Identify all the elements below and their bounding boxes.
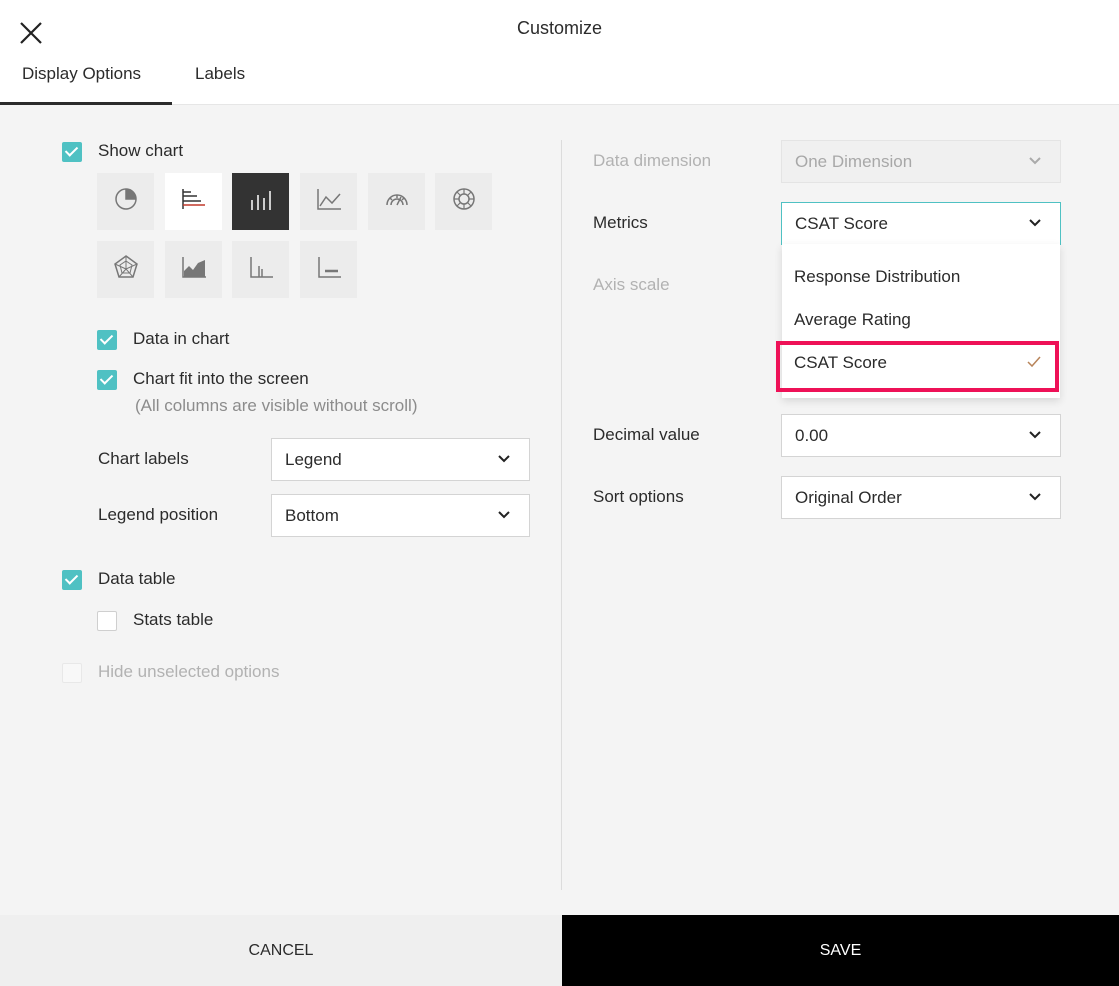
horizontal-bar-chart-icon [181, 186, 207, 217]
chart-type-radar[interactable] [97, 241, 154, 298]
hide-unselected-label: Hide unselected options [98, 662, 280, 681]
chart-type-area[interactable] [165, 241, 222, 298]
chart-type-column[interactable] [232, 241, 289, 298]
chevron-down-icon [1029, 493, 1041, 501]
line-chart-icon [316, 186, 342, 217]
settings-panel: Show chart Data in chart Chart fit into … [0, 106, 1119, 915]
chart-type-horizontal-bar[interactable] [165, 173, 222, 230]
radar-chart-icon [113, 254, 139, 285]
chart-fit-label: Chart fit into the screen [133, 369, 309, 388]
metrics-option-response-distribution[interactable]: Response Distribution [794, 267, 960, 287]
chevron-down-icon [498, 455, 510, 463]
check-icon [1027, 356, 1041, 368]
data-dimension-value: One Dimension [795, 152, 913, 171]
decimal-value-select[interactable]: 0.00 [781, 414, 1061, 457]
area-chart-icon [181, 254, 207, 285]
metrics-option-average-rating[interactable]: Average Rating [794, 310, 911, 330]
column-chart-icon [248, 254, 274, 285]
footer: CANCEL SAVE [0, 915, 1119, 986]
chevron-down-icon [1029, 219, 1041, 227]
sort-options-select[interactable]: Original Order [781, 476, 1061, 519]
column-divider [561, 140, 562, 890]
chart-fit-checkbox[interactable] [97, 370, 117, 390]
chevron-down-icon [498, 511, 510, 519]
chart-labels-select[interactable]: Legend [271, 438, 530, 481]
chart-type-line[interactable] [300, 173, 357, 230]
cancel-button[interactable]: CANCEL [0, 915, 562, 986]
sort-options-label: Sort options [593, 487, 684, 506]
decimal-value-label: Decimal value [593, 425, 700, 444]
data-table-checkbox[interactable] [62, 570, 82, 590]
legend-position-select[interactable]: Bottom [271, 494, 530, 537]
donut-chart-icon [451, 186, 477, 217]
data-dimension-select[interactable]: One Dimension [781, 140, 1061, 183]
decimal-value-value: 0.00 [795, 426, 829, 445]
show-chart-checkbox[interactable] [62, 142, 82, 162]
chart-fit-hint: (All columns are visible without scroll) [135, 396, 418, 415]
stats-table-label: Stats table [133, 610, 214, 629]
axis-scale-label: Axis scale [593, 275, 670, 294]
chart-type-donut[interactable] [435, 173, 492, 230]
chevron-down-icon [1029, 431, 1041, 439]
data-in-chart-label: Data in chart [133, 329, 230, 348]
chevron-down-icon [1029, 157, 1041, 165]
chart-type-pie[interactable] [97, 173, 154, 230]
show-chart-label: Show chart [98, 141, 184, 160]
hide-unselected-checkbox[interactable] [62, 663, 82, 683]
sort-options-value: Original Order [795, 488, 902, 507]
metrics-value: CSAT Score [795, 214, 888, 233]
stats-table-checkbox[interactable] [97, 611, 117, 631]
page-title: Customize [516, 18, 603, 38]
legend-position-value: Bottom [285, 506, 339, 525]
data-in-chart-checkbox[interactable] [97, 330, 117, 350]
metrics-select[interactable]: CSAT Score [781, 202, 1061, 245]
tab-labels[interactable]: Labels [195, 64, 245, 105]
chart-labels-label: Chart labels [98, 449, 189, 468]
gauge-chart-icon [384, 186, 410, 217]
chart-type-floating-bar[interactable] [300, 241, 357, 298]
tab-display-options[interactable]: Display Options [0, 64, 172, 105]
data-table-label: Data table [98, 569, 176, 588]
chart-labels-value: Legend [285, 450, 342, 469]
save-button[interactable]: SAVE [562, 915, 1119, 986]
floating-bar-chart-icon [316, 254, 342, 285]
selection-highlight [776, 341, 1059, 392]
chart-type-vertical-bar[interactable] [232, 173, 289, 230]
metrics-label: Metrics [593, 213, 648, 232]
pie-chart-icon [113, 186, 139, 217]
data-dimension-label: Data dimension [593, 151, 712, 170]
legend-position-label: Legend position [98, 505, 219, 524]
chart-type-gauge[interactable] [368, 173, 425, 230]
vertical-bar-chart-icon [248, 186, 274, 217]
header: Customize Display Options Labels [0, 0, 1119, 105]
